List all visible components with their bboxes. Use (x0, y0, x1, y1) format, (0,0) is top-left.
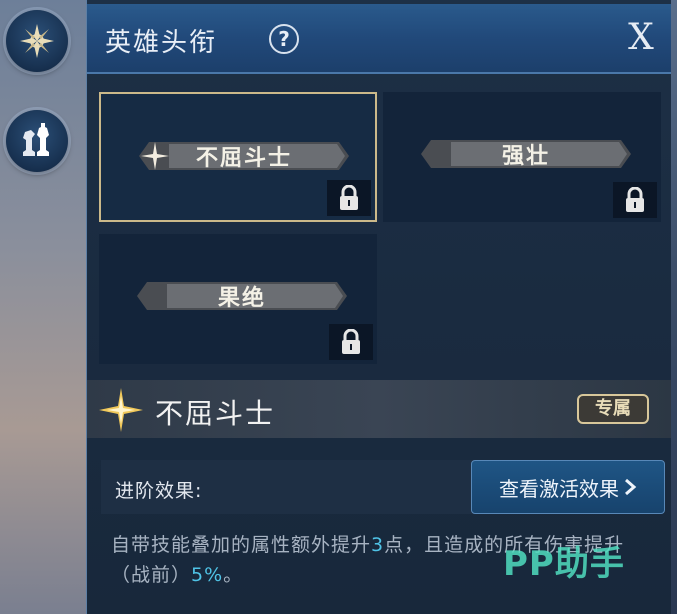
title-ribbon: 不屈斗士 (139, 136, 349, 176)
title-ribbon: 强壮 (421, 134, 631, 174)
chevron-right-icon (625, 478, 637, 496)
title-detail-bar: 不屈斗士 专属 (87, 380, 671, 438)
title-card-1[interactable]: 不屈斗士 (99, 92, 377, 222)
lock-icon (327, 180, 371, 216)
lock-icon (329, 324, 373, 360)
sidebar-button-chess[interactable] (6, 110, 68, 172)
description-text-1: 自带技能叠加的属性额外提升 (111, 534, 372, 556)
title-card-3[interactable]: 果绝 (99, 234, 377, 364)
question-circle-icon[interactable]: ? (269, 24, 299, 54)
view-activation-label: 查看激活效果 (499, 476, 619, 501)
close-button[interactable]: X (621, 18, 661, 58)
advanced-effect-label: 进阶效果: (115, 480, 203, 502)
title-card-2[interactable]: 强壮 (383, 92, 661, 222)
description-text-3: 。 (223, 564, 244, 586)
hero-title-panel: 英雄头衔 ? X 不屈斗士 强壮 果绝 不屈斗士 专属 进阶效果: 查看激活效果… (86, 0, 671, 614)
view-activation-effect-button[interactable]: 查看激活效果 (471, 460, 665, 514)
page-title: 英雄头衔 (105, 28, 218, 58)
exclusive-badge: 专属 (577, 394, 649, 424)
title-label: 不屈斗士 (195, 146, 292, 171)
description-value-1: 3 (371, 534, 385, 556)
description-value-2: 5% (191, 564, 224, 586)
title-label: 强壮 (501, 144, 550, 169)
title-label: 果绝 (217, 286, 266, 311)
panel-header: 英雄头衔 ? X (87, 4, 671, 74)
gold-star-icon (99, 388, 143, 432)
title-ribbon: 果绝 (137, 276, 347, 316)
sidebar-button-emblem[interactable] (6, 10, 68, 72)
chess-pieces-icon (23, 123, 49, 156)
compass-emblem-icon (20, 24, 54, 58)
watermark: PP助手 (503, 544, 625, 584)
advanced-effect-row: 进阶效果: 查看激活效果 (101, 460, 665, 514)
detail-title: 不屈斗士 (155, 397, 276, 430)
sidebar-background (0, 0, 90, 614)
star-icon (141, 142, 169, 170)
lock-icon (613, 182, 657, 218)
